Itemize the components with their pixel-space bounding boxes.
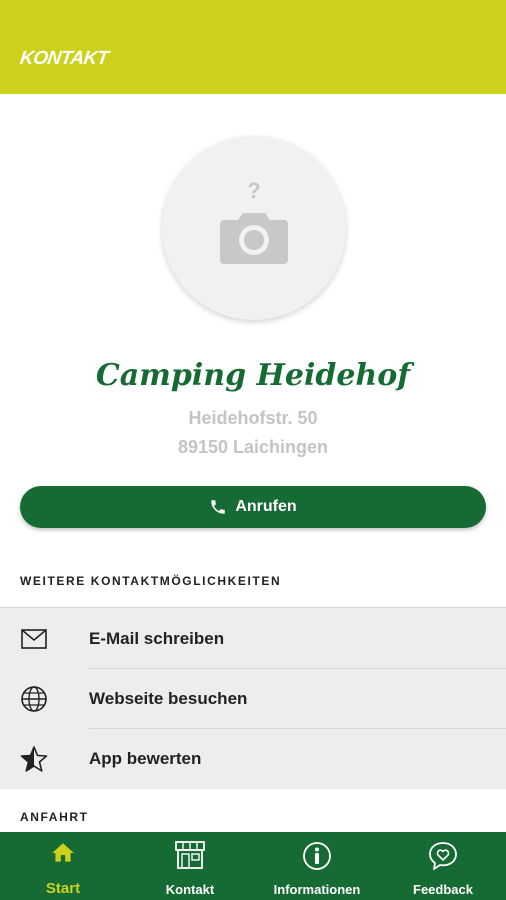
section-title-more-contact: WEITERE KONTAKTMÖGLICHKEITEN [20,574,282,588]
place-name: Camping Heidehof [95,358,411,393]
nav-start-label: Start [45,880,81,897]
website-item[interactable]: Webseite besuchen [0,669,506,729]
email-item[interactable]: E-Mail schreiben [0,609,506,669]
rate-app-item-label: App bewerten [89,749,202,768]
home-icon [52,843,74,862]
nav-informationen[interactable]: Informationen [254,832,380,900]
info-icon [303,842,331,870]
envelope-icon [20,625,48,653]
call-button[interactable]: Anrufen [20,486,486,528]
globe-icon [20,685,48,713]
nav-informationen-label: Informationen [273,882,361,897]
heart-chat-icon [429,842,457,870]
app-header: KONTAKT [0,0,506,94]
address-street: Heidehofstr. 50 [188,408,318,428]
svg-text:?: ? [247,180,260,203]
bottom-navigation: Start Kontakt Informationen Feedback [0,832,506,900]
rate-app-item[interactable]: App bewerten [0,729,506,789]
contact-options-list: E-Mail schreiben Webseite besuchen App b… [0,607,506,789]
phone-icon [211,500,226,514]
nav-feedback-label: Feedback [413,882,473,897]
address-city: 89150 Laichingen [177,437,329,457]
nav-kontakt-label: Kontakt [165,882,215,897]
shop-icon [175,841,205,869]
nav-feedback[interactable]: Feedback [380,832,506,900]
section-title-directions: ANFAHRT [20,810,89,824]
header-title: KONTAKT [18,48,110,69]
call-button-label: Anrufen [235,498,297,515]
star-icon [20,745,48,773]
nav-start[interactable]: Start [0,832,126,900]
camera-question-icon: ? [220,180,288,264]
nav-kontakt[interactable]: Kontakt [127,832,253,900]
email-item-label: E-Mail schreiben [89,629,225,648]
profile-image-placeholder: ? [162,136,346,320]
website-item-label: Webseite besuchen [89,689,248,708]
